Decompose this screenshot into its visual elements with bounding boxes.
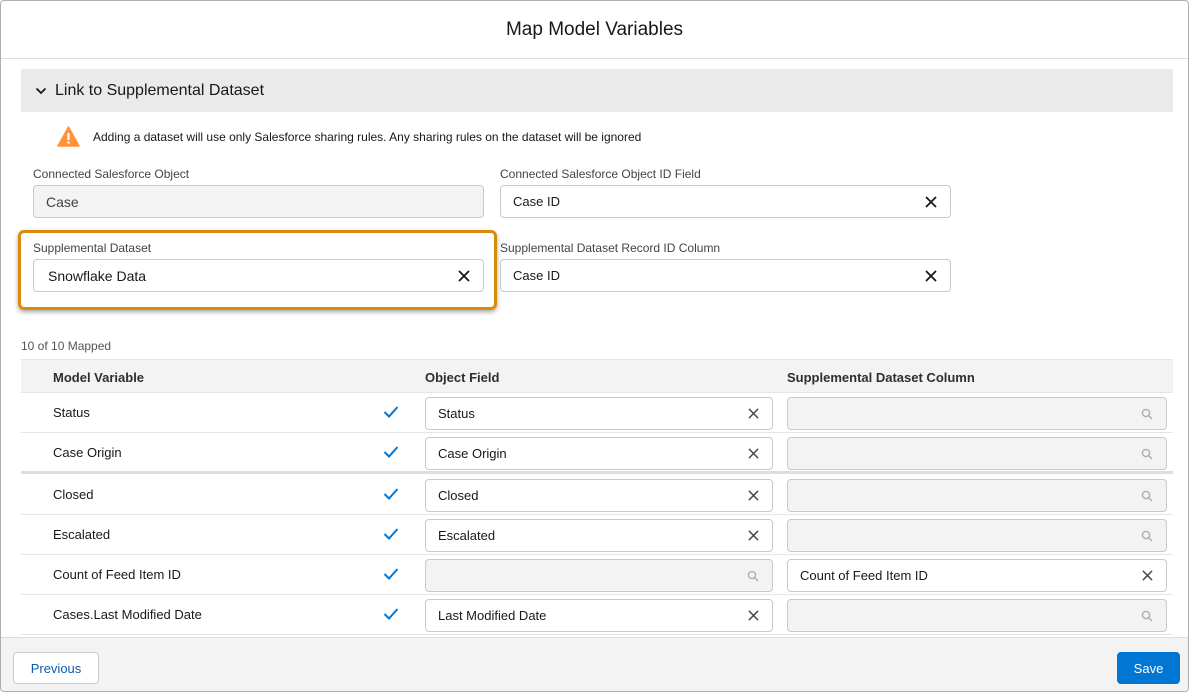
connected-object-label: Connected Salesforce Object	[33, 167, 190, 181]
object-field-value: Status	[438, 406, 475, 421]
check-icon	[383, 567, 399, 581]
connected-object-field: Case	[33, 185, 484, 218]
model-variable: Count of Feed Item ID	[53, 567, 181, 582]
warning-text: Adding a dataset will use only Salesforc…	[93, 129, 642, 144]
supplemental-record-id-field[interactable]: Case ID	[500, 259, 951, 292]
object-field-input[interactable]: Status	[425, 397, 773, 430]
column-header-object-field: Object Field	[425, 370, 500, 385]
modal: Map Model Variables Link to Supplemental…	[0, 0, 1189, 692]
column-header-dataset-column: Supplemental Dataset Column	[787, 370, 975, 385]
dataset-column-input[interactable]	[787, 599, 1167, 632]
modal-header: Map Model Variables	[1, 1, 1188, 59]
supplemental-dataset-label: Supplemental Dataset	[33, 241, 152, 255]
check-icon	[383, 445, 399, 459]
object-field-value: Closed	[438, 488, 479, 503]
supplemental-record-id-value: Case ID	[513, 268, 560, 283]
search-icon	[1140, 447, 1154, 461]
dataset-column-input[interactable]	[787, 519, 1167, 552]
clear-icon[interactable]	[746, 529, 760, 543]
modal-footer: Previous Save	[1, 637, 1188, 691]
dataset-column-input[interactable]: Count of Feed Item ID	[787, 559, 1167, 592]
previous-button[interactable]: Previous	[13, 652, 99, 684]
search-icon	[1140, 489, 1154, 503]
clear-icon[interactable]	[746, 609, 760, 623]
column-header-model-variable: Model Variable	[53, 370, 145, 385]
table-row: Count of Feed Item ID Count of Feed Item …	[21, 555, 1173, 595]
model-variable: Escalated	[53, 527, 111, 542]
warning-icon	[57, 126, 80, 147]
table-header: Model Variable Object Field Supplemental…	[21, 359, 1173, 393]
connected-object-value: Case	[46, 193, 79, 210]
model-variable: Closed	[53, 487, 94, 502]
row-divider	[21, 471, 1173, 474]
supplemental-dataset-field[interactable]: Snowflake Data	[33, 259, 484, 292]
search-icon	[1140, 609, 1154, 623]
table-row: Case Origin Case Origin	[21, 433, 1173, 473]
search-icon	[1140, 529, 1154, 543]
section-toggle[interactable]: Link to Supplemental Dataset	[21, 69, 1173, 112]
clear-icon[interactable]	[746, 447, 760, 461]
object-field-input[interactable]: Escalated	[425, 519, 773, 552]
table-row: Cases.Last Modified Date Last Modified Da…	[21, 595, 1173, 635]
dataset-column-input[interactable]	[787, 479, 1167, 512]
dataset-column-input[interactable]	[787, 437, 1167, 470]
check-icon	[383, 607, 399, 621]
table-row: Closed Closed	[21, 475, 1173, 515]
connected-object-id-label: Connected Salesforce Object ID Field	[500, 167, 701, 181]
clear-icon[interactable]	[746, 407, 760, 421]
object-field-value: Escalated	[438, 528, 496, 543]
supplemental-dataset-value: Snowflake Data	[48, 267, 147, 284]
object-field-value: Case Origin	[438, 446, 507, 461]
object-field-value: Last Modified Date	[438, 608, 547, 623]
check-icon	[383, 527, 399, 541]
section-title: Link to Supplemental Dataset	[55, 81, 265, 99]
object-field-input[interactable]: Last Modified Date	[425, 599, 773, 632]
object-field-input[interactable]: Case Origin	[425, 437, 773, 470]
supplemental-record-id-label: Supplemental Dataset Record ID Column	[500, 241, 721, 255]
clear-icon[interactable]	[746, 489, 760, 503]
warning-message: Adding a dataset will use only Salesforc…	[57, 126, 641, 147]
clear-icon[interactable]	[924, 195, 938, 209]
connected-object-id-value: Case ID	[513, 194, 560, 209]
clear-icon[interactable]	[1140, 569, 1154, 583]
search-icon	[746, 569, 760, 583]
dataset-column-input[interactable]	[787, 397, 1167, 430]
check-icon	[383, 487, 399, 501]
chevron-down-icon	[35, 87, 47, 94]
object-field-input[interactable]	[425, 559, 773, 592]
search-icon	[1140, 407, 1154, 421]
clear-icon[interactable]	[924, 269, 938, 283]
mapped-count: 10 of 10 Mapped	[21, 339, 112, 353]
table-row: Status Status	[21, 393, 1173, 433]
dataset-column-value: Count of Feed Item ID	[800, 568, 928, 583]
model-variable: Status	[53, 405, 90, 420]
modal-title: Map Model Variables	[505, 18, 684, 40]
clear-icon[interactable]	[457, 269, 471, 283]
check-icon	[383, 405, 399, 419]
model-variable: Cases.Last Modified Date	[53, 607, 202, 622]
save-button[interactable]: Save	[1117, 652, 1180, 684]
connected-object-id-field[interactable]: Case ID	[500, 185, 951, 218]
object-field-input[interactable]: Closed	[425, 479, 773, 512]
model-variable: Case Origin	[53, 445, 122, 460]
table-row: Escalated Escalated	[21, 515, 1173, 555]
